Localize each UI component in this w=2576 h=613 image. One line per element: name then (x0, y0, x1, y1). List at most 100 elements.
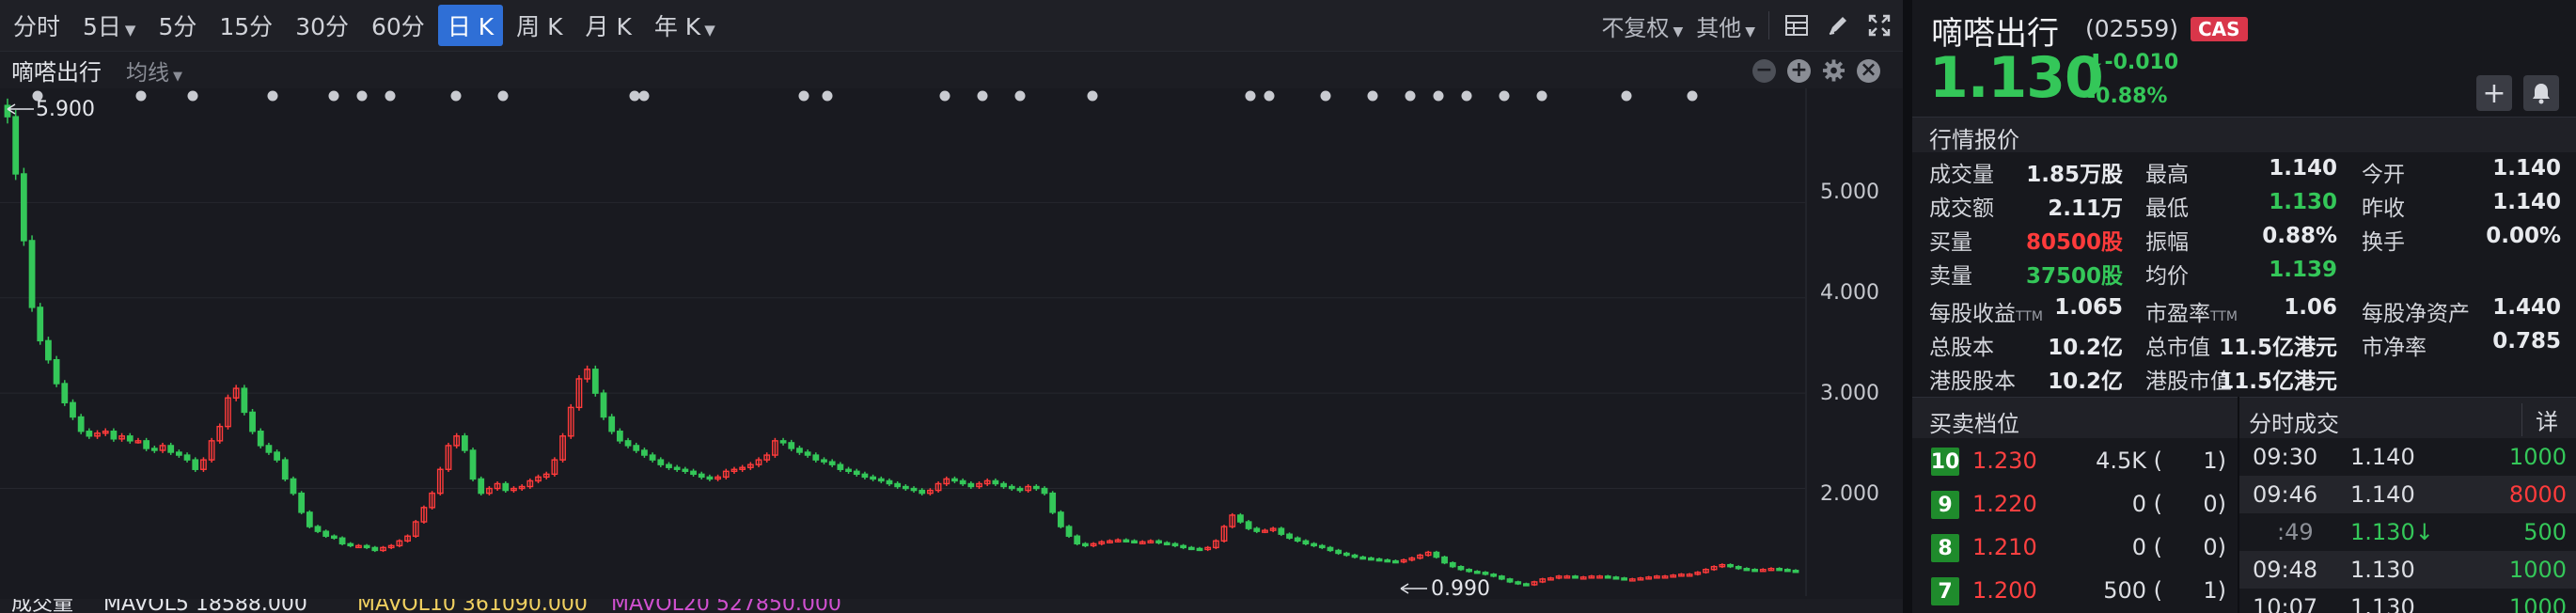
adjust-dropdown[interactable]: 不复权 ▼ (1601, 9, 1683, 42)
event-marker-dot (1461, 90, 1472, 102)
candle-body (175, 451, 182, 456)
chevron-down-icon: ▼ (1745, 24, 1755, 39)
trade-row: 09:48 1.130 1000 (2239, 551, 2576, 589)
tab-yearly-k[interactable]: 年 K ▼ (645, 5, 725, 46)
candle-body (1294, 537, 1301, 542)
event-marker-dot (450, 90, 462, 102)
candle-body (1473, 571, 1481, 574)
level-count: 1) (2203, 448, 2226, 474)
tab-5min[interactable]: 5分 (149, 5, 206, 46)
candle-body (1515, 581, 1522, 585)
trades-detail-button[interactable]: 详 (2521, 403, 2558, 436)
tab-monthly-k[interactable]: 月 K (576, 5, 641, 46)
trade-volume: 1000 (2508, 444, 2567, 470)
event-marker-dot (1245, 90, 1256, 102)
tab-60min[interactable]: 60分 (362, 5, 434, 46)
plus-circle-icon[interactable]: + (1787, 58, 1811, 83)
candle-body (183, 454, 191, 461)
tab-daily-k[interactable]: 日 K (437, 5, 504, 46)
trade-row: 09:30 1.140 1000 (2239, 438, 2576, 476)
candlestick-chart[interactable] (0, 88, 1903, 596)
draw-pen-icon[interactable] (1824, 11, 1852, 39)
stat-label: 买量 (1929, 230, 1972, 255)
tab-intraday[interactable]: 分时 (4, 5, 70, 46)
orderbook-row[interactable]: 9 1.220 0 (0) (1912, 485, 2238, 523)
tab-5day[interactable]: 5日 ▼ (73, 5, 145, 46)
candle-body (86, 431, 93, 437)
event-marker-dot (356, 90, 368, 102)
orderbook-row[interactable]: 7 1.200 500 (1) (1912, 572, 2238, 609)
tab-weekly-k[interactable]: 周 K (507, 5, 572, 46)
stat-value: 10.2亿 (2048, 369, 2123, 394)
chevron-down-icon: ▼ (173, 69, 182, 84)
level-price: 1.210 (1972, 534, 2037, 560)
stock-code: (02559) (2085, 15, 2179, 42)
candle-body (1008, 485, 1015, 490)
candle-body (1187, 546, 1195, 551)
candle-body (796, 448, 803, 453)
stat-label: 每股净资产 (2362, 302, 2470, 326)
candle-body (150, 448, 158, 451)
candle-body (1163, 542, 1170, 546)
stat-value: 1.130 (2269, 190, 2337, 214)
tab-30min[interactable]: 30分 (286, 5, 358, 46)
candle-body (837, 464, 844, 470)
candle-body (274, 451, 280, 461)
panel-divider[interactable] (1903, 0, 1912, 613)
bell-icon[interactable] (2523, 75, 2559, 111)
trade-time: 09:48 (2253, 557, 2318, 583)
candle-body (821, 459, 827, 463)
close-circle-icon[interactable]: × (1857, 58, 1880, 83)
tab-15min[interactable]: 15分 (210, 5, 282, 46)
stat-label: 市盈率TTM (2145, 302, 2238, 326)
candle-body (870, 476, 876, 480)
ma-dropdown[interactable]: 均线 ▼ (126, 55, 182, 86)
orderbook-row[interactable]: 10 1.230 4.5K (1) (1912, 442, 2238, 479)
level-badge: 7 (1931, 577, 1959, 605)
other-dropdown[interactable]: 其他 ▼ (1696, 9, 1755, 42)
candle-body (1057, 511, 1064, 527)
add-watchlist-button[interactable]: + (2476, 75, 2512, 111)
layout-grid-icon[interactable] (1783, 11, 1811, 39)
trade-price: 1.130↓ (2350, 519, 2434, 545)
stat-value: 0.785 (2492, 329, 2561, 354)
trade-price: 1.140 (2350, 444, 2415, 470)
quote-header: 嘀嗒出行 (02559) CAS 1.130 ⬇-0.010 -0.88% + (1912, 0, 2576, 117)
fullscreen-icon[interactable] (1865, 11, 1893, 39)
candle-body (1327, 546, 1334, 552)
candle-body (1335, 549, 1343, 555)
candle-body (322, 530, 330, 537)
candle-body (657, 459, 665, 465)
extreme-annotations (7, 103, 1427, 594)
candle-body (1171, 542, 1179, 547)
event-marker-dot (1687, 90, 1698, 102)
orderbook-row[interactable]: 8 1.210 0 (0) (1912, 528, 2238, 566)
candle-body (1065, 526, 1073, 537)
trade-volume: 1000 (2508, 557, 2567, 583)
tab-yearly-label: 年 K (653, 13, 701, 40)
candle-body (1466, 569, 1472, 573)
minus-circle-icon[interactable]: − (1752, 58, 1776, 83)
candle-body (61, 383, 69, 403)
candle-body (314, 526, 322, 532)
stat-value: 11.5亿港元 (2219, 336, 2337, 360)
candle-body (257, 431, 264, 447)
chevron-down-icon: ▼ (1673, 24, 1684, 39)
candle-body (641, 449, 648, 456)
stat-value: 37500股 (2025, 264, 2123, 289)
candle-body (1776, 568, 1783, 572)
event-marker-dot (939, 90, 950, 102)
stat-value: 1.140 (2492, 156, 2561, 181)
candle-body (53, 358, 60, 385)
level-volume: 0 ( (2131, 534, 2162, 560)
candle-body (1621, 577, 1628, 581)
candle-body (1245, 521, 1252, 529)
stat-value: 1.85万股 (2026, 163, 2123, 187)
candle-body (167, 445, 175, 453)
candle-body (371, 546, 379, 552)
event-marker-dot (385, 90, 396, 102)
candle-body (682, 468, 689, 472)
volume-label: 成交量 (11, 599, 74, 613)
gear-icon[interactable] (1822, 59, 1846, 83)
candle-body (241, 387, 248, 414)
